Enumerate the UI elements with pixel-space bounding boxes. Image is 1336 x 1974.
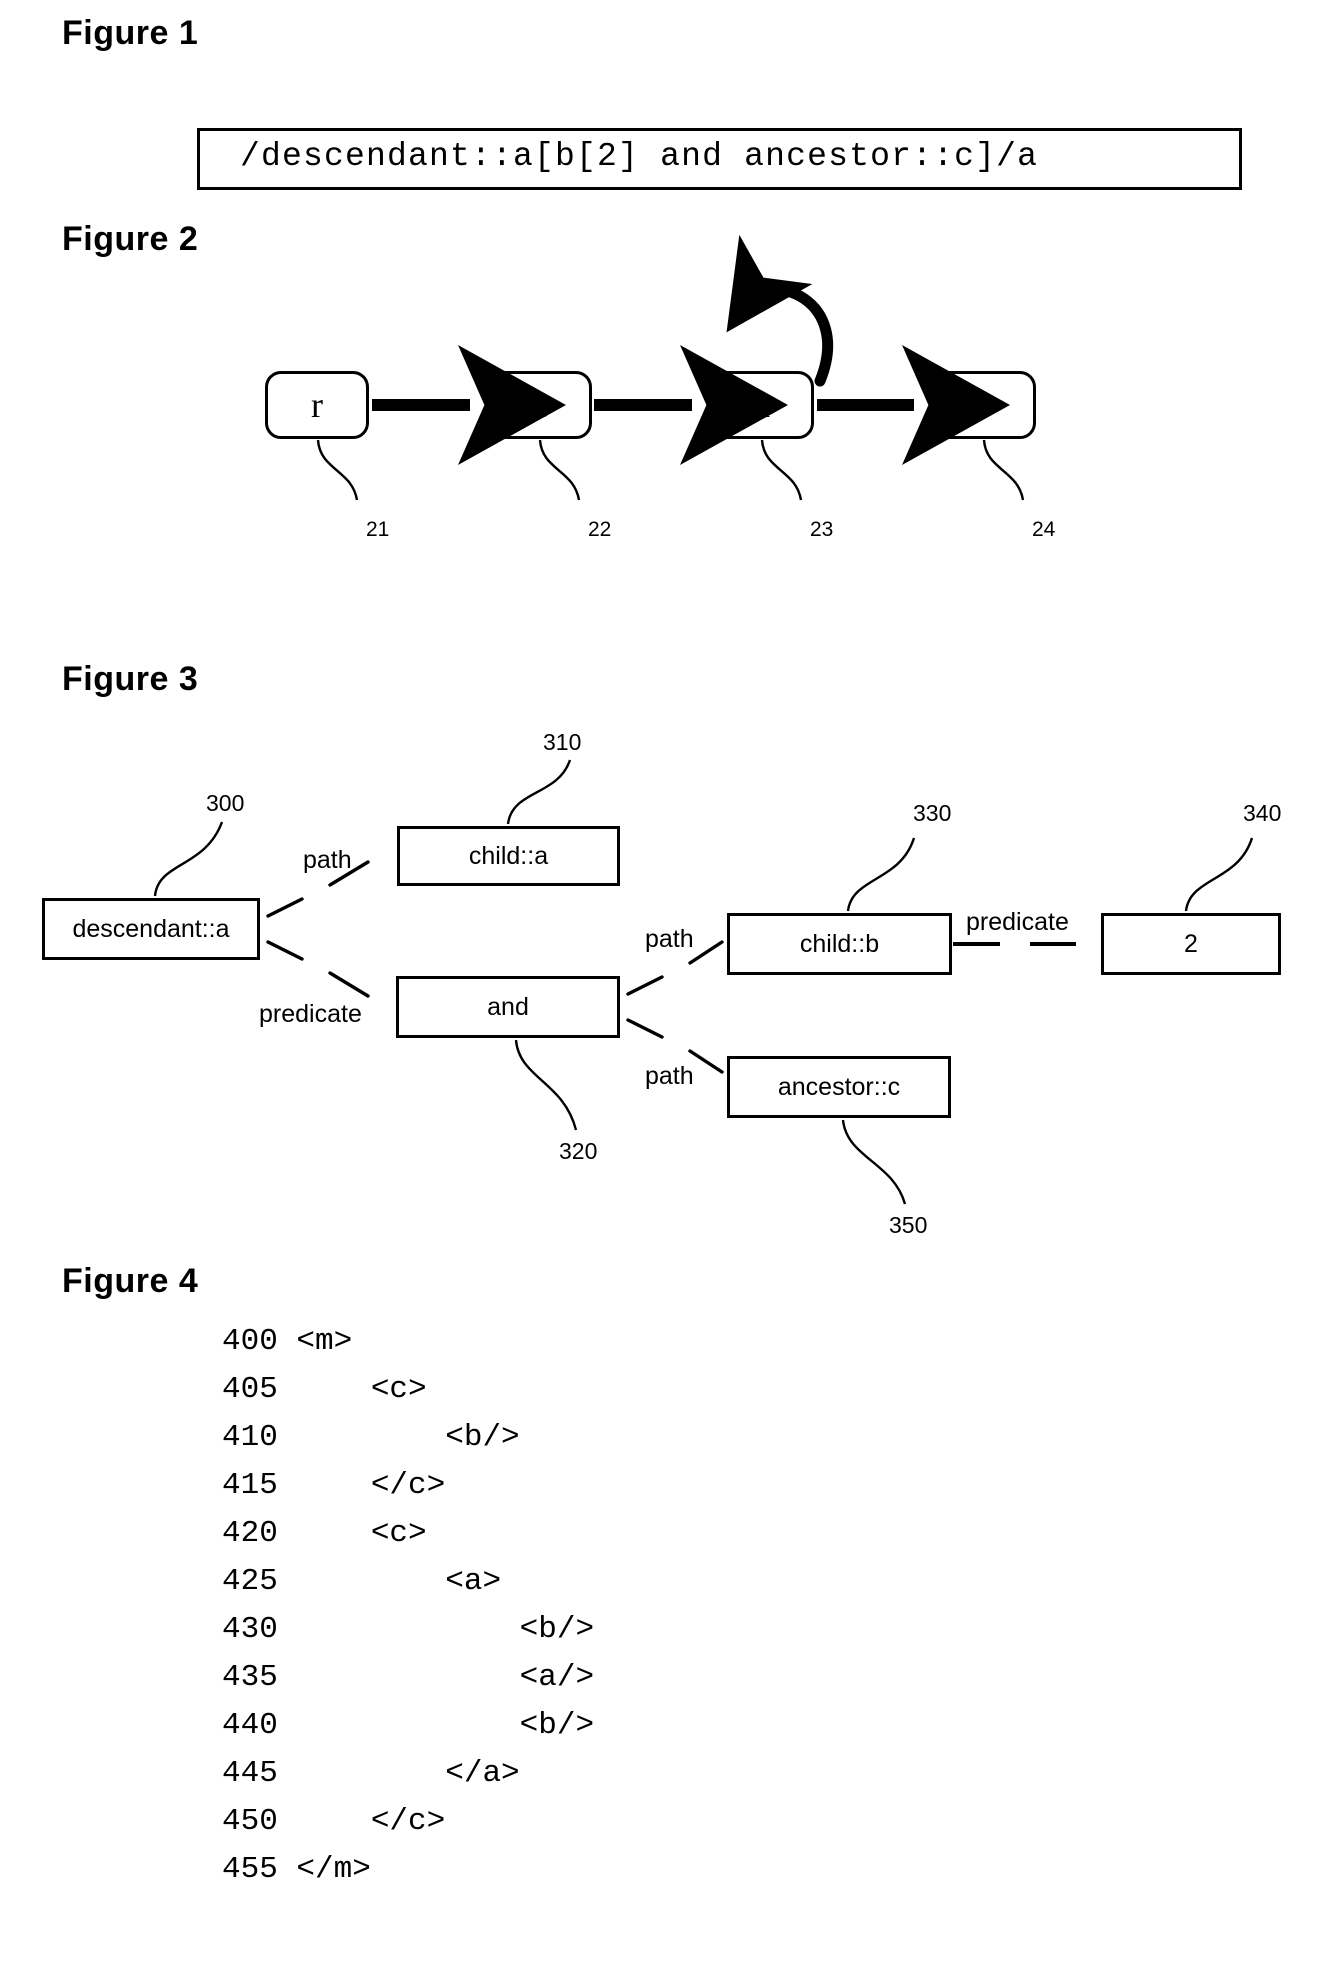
code-line-text: </c> <box>277 1468 446 1503</box>
code-line-number: 405 <box>222 1372 278 1407</box>
code-line: 430 <b/> <box>222 1606 594 1654</box>
code-line-number: 455 <box>222 1852 278 1887</box>
fig2-self-loop-arrow <box>726 234 833 387</box>
code-line-text: <c> <box>277 1516 427 1551</box>
code-line: 435 <a/> <box>222 1654 594 1702</box>
figure-line-art <box>153 234 1254 1205</box>
code-line: 405 <c> <box>222 1366 594 1414</box>
fig2-node-a: a <box>710 371 814 439</box>
patent-figure-page: Figure 1 /descendant::a[b[2] and ancesto… <box>0 0 1336 1974</box>
fig3-ref-320: 320 <box>559 1138 598 1164</box>
fig2-ref-22: 22 <box>588 518 612 541</box>
code-line-text: <m> <box>277 1324 353 1359</box>
code-line: 425 <a> <box>222 1558 594 1606</box>
code-line-number: 410 <box>222 1420 278 1455</box>
fig3-ref-310: 310 <box>543 729 582 755</box>
code-line-text: <a> <box>277 1564 502 1599</box>
fig3-node-descendant-a: descendant::a <box>42 898 260 960</box>
fig3-node-ancestor-c: ancestor::c <box>727 1056 951 1118</box>
code-line: 410 <b/> <box>222 1414 594 1462</box>
fig2-ref-24: 24 <box>1032 518 1056 541</box>
code-line-number: 450 <box>222 1804 278 1839</box>
fig3-leader-lines <box>153 759 1254 1205</box>
code-line: 400 <m> <box>222 1318 594 1366</box>
code-line-text: <b/> <box>277 1612 595 1647</box>
figure-3-caption: Figure 3 <box>62 660 199 698</box>
fig2-ref-23: 23 <box>810 518 834 541</box>
figure-2-caption: Figure 2 <box>62 220 199 258</box>
xml-code-listing: 400 <m> 405 <c> 410 <b/> 415 </c> 420 <c> 425… <box>222 1318 594 1894</box>
code-line-number: 440 <box>222 1708 278 1743</box>
figure-1-caption: Figure 1 <box>62 14 199 52</box>
code-line: 415 </c> <box>222 1462 594 1510</box>
code-line-text: <b/> <box>277 1708 595 1743</box>
code-line: 455 </m> <box>222 1846 594 1894</box>
code-line: 445 </a> <box>222 1750 594 1798</box>
code-line-number: 425 <box>222 1564 278 1599</box>
fig3-node-two: 2 <box>1101 913 1281 975</box>
code-line: 450 </c> <box>222 1798 594 1846</box>
code-line-text: <c> <box>277 1372 427 1407</box>
fig3-node-child-a: child::a <box>397 826 620 886</box>
figure-4-caption: Figure 4 <box>62 1262 199 1300</box>
fig3-ref-330: 330 <box>913 800 952 826</box>
code-line: 440 <b/> <box>222 1702 594 1750</box>
fig3-node-and: and <box>396 976 620 1038</box>
fig3-ref-300: 300 <box>206 790 245 816</box>
fig3-edge-label-predicate-and: predicate <box>259 1000 362 1028</box>
fig2-node-c: c <box>488 371 592 439</box>
fig3-node-child-b: child::b <box>727 913 952 975</box>
fig3-edge-label-path-child-b: path <box>645 925 694 953</box>
code-line-text: <a/> <box>277 1660 595 1695</box>
fig2-node-r: r <box>265 371 369 439</box>
code-line-number: 400 <box>222 1324 278 1359</box>
code-line-number: 415 <box>222 1468 278 1503</box>
fig2-leader-lines <box>316 439 1025 501</box>
fig3-edge-label-path-ancestor-c: path <box>645 1062 694 1090</box>
code-line-number: 445 <box>222 1756 278 1791</box>
fig3-ref-340: 340 <box>1243 800 1282 826</box>
code-line-text: </a> <box>277 1756 520 1791</box>
code-line: 420 <c> <box>222 1510 594 1558</box>
fig3-edge-label-path-child-a: path <box>303 846 352 874</box>
xpath-expression-text: /descendant::a[b[2] and ancestor::c]/a <box>240 138 1039 175</box>
fig3-edge-label-predicate-two: predicate <box>966 908 1069 936</box>
code-line-text: </c> <box>277 1804 446 1839</box>
fig2-ref-21: 21 <box>366 518 390 541</box>
fig2-node-b: b <box>932 371 1036 439</box>
code-line-number: 430 <box>222 1612 278 1647</box>
code-line-number: 435 <box>222 1660 278 1695</box>
code-line-text: </m> <box>277 1852 371 1887</box>
fig3-edges <box>266 860 724 1074</box>
fig3-ref-350: 350 <box>889 1212 928 1238</box>
code-line-number: 420 <box>222 1516 278 1551</box>
code-line-text: <b/> <box>277 1420 520 1455</box>
